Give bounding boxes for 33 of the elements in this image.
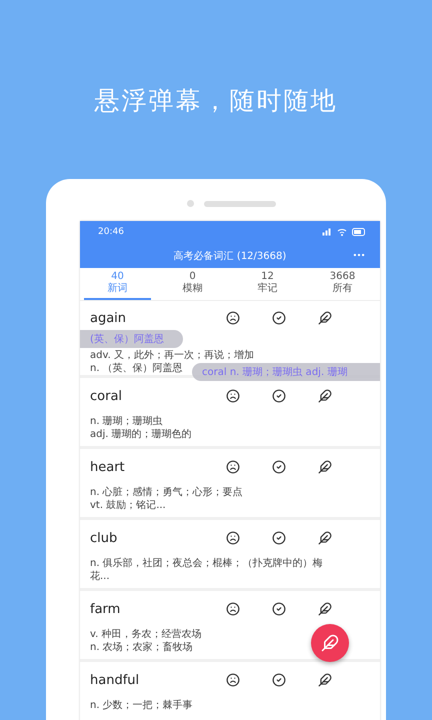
definition-text: n. 珊瑚；珊瑚虫 [90,415,163,428]
definition-text: n. 心脏；感情；勇气；心形；要点 [90,486,243,499]
filter-tab[interactable]: 0 模糊 [159,268,226,300]
feather-icon [321,634,339,652]
word-text: coral [90,388,124,404]
word-card[interactable]: club n. 俱乐部，社团；夜总会；棍棒；（扑克牌中的）梅花... [80,520,380,591]
signal-icon [322,228,332,236]
definition-text: adv. 又，此外；再一次；再说；增加 [90,349,254,362]
filter-tab[interactable]: 3668 所有 [309,268,376,300]
word-text: heart [90,460,126,474]
definition-text: adj. 珊瑚的；珊瑚色的 [90,428,192,441]
definition-text: vt. 鼓励；铭记... [90,499,166,512]
list-title: 高考必备词汇 (12/3668) [174,250,286,262]
danmaku-tooltip: (英、保）阿盖恩 [80,330,183,348]
word-text: again [90,310,128,326]
word-text: club [90,530,118,546]
word-text: handful [90,672,140,688]
wifi-icon [337,228,347,236]
danmaku-tooltip: coral n. 珊瑚；珊瑚虫 adj. 珊瑚 [192,363,380,381]
definition-text: n. 少数；一把；棘手事 [90,699,193,712]
floating-action-button[interactable] [311,624,349,662]
definition-text: n. 农场；农家；畜牧场 [90,641,193,654]
word-text: farm [90,602,122,616]
headline: 悬浮弹幕，随时随地 [94,85,338,117]
status-time: 20:46 [98,227,124,237]
definition-text: v. 种田，务农；经营农场 [90,628,202,641]
camera-dot [186,200,194,207]
definition-text: n. 俱乐部，社团；夜总会；棍棒；（扑克牌中的）梅花... [90,557,324,583]
speaker-grille [204,200,276,206]
word-card[interactable]: heart n. 心脏；感情；勇气；心形；要点 vt. 鼓励；铭记... [80,449,380,520]
definition-text: n. （英、保）阿盖恩 [90,362,183,375]
filter-tab[interactable]: 12 牢记 [234,268,301,300]
battery-icon [352,228,366,236]
